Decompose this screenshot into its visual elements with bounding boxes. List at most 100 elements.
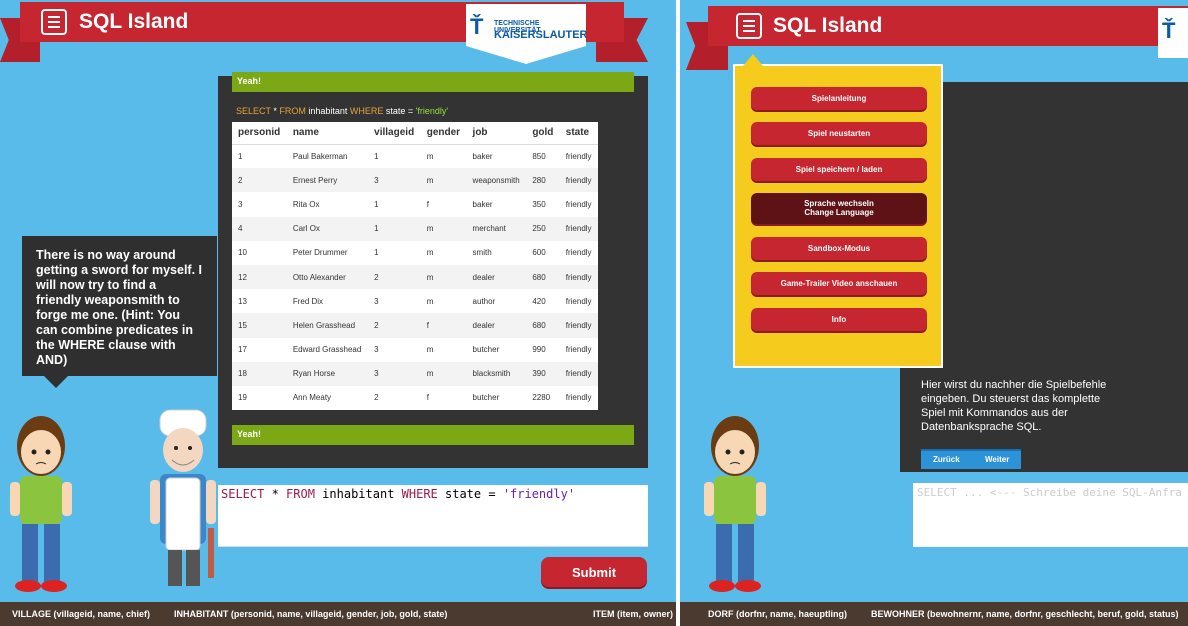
menu-item-change-language[interactable]: Sprache wechseln Change Language <box>751 193 927 224</box>
editor-text: inhabitant <box>314 487 402 501</box>
editor-keyword: WHERE <box>401 487 438 501</box>
editor-string: 'friendly' <box>502 487 576 501</box>
table-cell: Paul Bakerman <box>292 151 348 161</box>
schema-item: ITEM (item, owner) <box>593 609 674 619</box>
app-title: SQL Island <box>773 14 883 37</box>
table-cell: friendly <box>565 296 592 306</box>
main-menu: Spielanleitung Spiel neustarten Spiel sp… <box>733 54 943 368</box>
table-cell: 680 <box>526 313 560 338</box>
table-cell: friendly <box>559 168 598 193</box>
table-cell: friendly <box>565 393 592 403</box>
table-cell: 3 <box>238 199 243 209</box>
column-header: gold <box>526 122 560 145</box>
success-banner-bottom: Yeah! <box>232 425 634 445</box>
schema-village: VILLAGE (villageid, name, chief) <box>12 609 151 619</box>
table-cell: Edward Grasshead <box>292 345 362 355</box>
menu-item-trailer[interactable]: Game-Trailer Video anschauen <box>751 272 927 295</box>
table-cell: 1 <box>238 151 243 161</box>
table-cell: 17 <box>238 345 247 355</box>
table-cell: Rita Ox <box>292 199 320 209</box>
table-cell: Ernest Perry <box>286 168 369 193</box>
table-row: 3 Rita Ox 1 f baker 350 friendly <box>232 192 598 216</box>
tutorial-text: Hier wirst du nachher die Spielbefehle e… <box>921 379 1107 433</box>
sql-editor[interactable]: SELECT * FROM inhabitant WHERE state = '… <box>218 485 648 547</box>
back-button[interactable]: Zurück <box>933 455 960 464</box>
app-title: SQL Island <box>79 10 189 33</box>
table-cell: 10 <box>238 248 247 258</box>
menu-item-save-load[interactable]: Spiel speichern / laden <box>751 158 927 181</box>
table-cell: 3 <box>368 361 421 386</box>
table-row: 18 Ryan Horse 3 m blacksmith 390 friendly <box>232 361 598 386</box>
table-cell: friendly <box>559 216 598 241</box>
submit-button[interactable]: Submit <box>541 557 647 587</box>
table-cell: 250 <box>526 216 560 241</box>
query-keyword: FROM <box>279 106 306 116</box>
table-row: 1 Paul Bakerman 1 m baker 850 friendly <box>232 144 598 168</box>
table-cell: smith <box>472 248 492 258</box>
query-part: state = <box>383 106 416 116</box>
table-cell: baker <box>472 199 493 209</box>
menu-item-sandbox[interactable]: Sandbox-Modus <box>751 237 927 260</box>
menu-icon[interactable] <box>41 9 67 35</box>
table-cell: m <box>420 216 467 241</box>
table-cell: f <box>426 393 429 403</box>
query-keyword: WHERE <box>349 106 384 116</box>
table-cell: m <box>420 361 467 386</box>
table-cell: blacksmith <box>466 361 527 386</box>
table-cell: Ryan Horse <box>286 361 369 386</box>
table-cell: 350 <box>532 199 546 209</box>
query-string: 'friendly' <box>415 106 449 116</box>
table-cell: 2280 <box>532 393 551 403</box>
column-header: name <box>286 122 369 145</box>
table-cell: 2 <box>374 393 379 403</box>
table-row: 4 Carl Ox 1 m merchant 250 friendly <box>232 216 598 241</box>
sql-editor[interactable]: SELECT ... <--- Schreibe deine SQL-Anfra <box>913 483 1188 547</box>
table-cell: 600 <box>532 248 546 258</box>
table-cell: 2 <box>232 168 287 193</box>
table-cell: Peter Drummer <box>292 248 348 258</box>
schema-footer: VILLAGE (villageid, name, chief) INHABIT… <box>0 602 676 626</box>
table-cell: 19 <box>238 393 247 403</box>
table-cell: weaponsmith <box>466 168 527 193</box>
table-cell: 990 <box>532 345 546 355</box>
table-cell: 1 <box>374 248 379 258</box>
menu-item-restart[interactable]: Spiel neustarten <box>751 122 927 145</box>
table-cell: 3 <box>374 296 379 306</box>
table-row: 12 Otto Alexander 2 m dealer 680 friendly <box>232 264 598 290</box>
table-row: 2 Ernest Perry 3 m weaponsmith 280 friendly <box>232 168 598 193</box>
result-table: personid name villageid gender job gold … <box>232 122 598 411</box>
menu-icon[interactable] <box>736 13 762 39</box>
player-character <box>10 416 72 592</box>
table-cell: friendly <box>565 199 592 209</box>
editor-text: * <box>264 487 287 501</box>
table-cell: 1 <box>368 216 421 241</box>
table-cell: 850 <box>532 151 546 161</box>
table-cell: 280 <box>526 168 560 193</box>
logo-line2: KAISERSLAUTERN <box>494 29 596 41</box>
table-cell: friendly <box>559 361 598 386</box>
table-cell: 4 <box>232 216 287 241</box>
table-row: 17 Edward Grasshead 3 m butcher 990 friendly <box>232 338 598 362</box>
table-cell: friendly <box>559 313 598 338</box>
next-button[interactable]: Weiter <box>985 455 1009 464</box>
editor-keyword: SELECT <box>221 487 265 501</box>
table-cell: m <box>426 248 434 258</box>
table-cell: f <box>420 313 467 338</box>
table-cell: Carl Ox <box>286 216 369 241</box>
tu-logo-icon: Ť <box>470 14 484 39</box>
column-header: personid <box>232 122 287 145</box>
menu-item-sublabel: Change Language <box>804 208 874 217</box>
menu-item-info[interactable]: Info <box>751 308 927 331</box>
game-pane-german: SQL Island Ť Spielanleitung Spiel neusta… <box>680 0 1188 626</box>
table-cell: friendly <box>565 345 592 355</box>
menu-item-instructions[interactable]: Spielanleitung <box>751 87 927 110</box>
query-part: inhabitant <box>305 106 350 116</box>
column-header: state <box>559 122 598 145</box>
table-cell: Otto Alexander <box>286 264 369 290</box>
table-cell: m <box>420 264 467 290</box>
table-cell: dealer <box>466 313 527 338</box>
table-cell: 12 <box>232 264 287 290</box>
table-cell: 3 <box>374 345 379 355</box>
success-banner-top: Yeah! <box>232 72 634 92</box>
player-character <box>704 416 766 592</box>
